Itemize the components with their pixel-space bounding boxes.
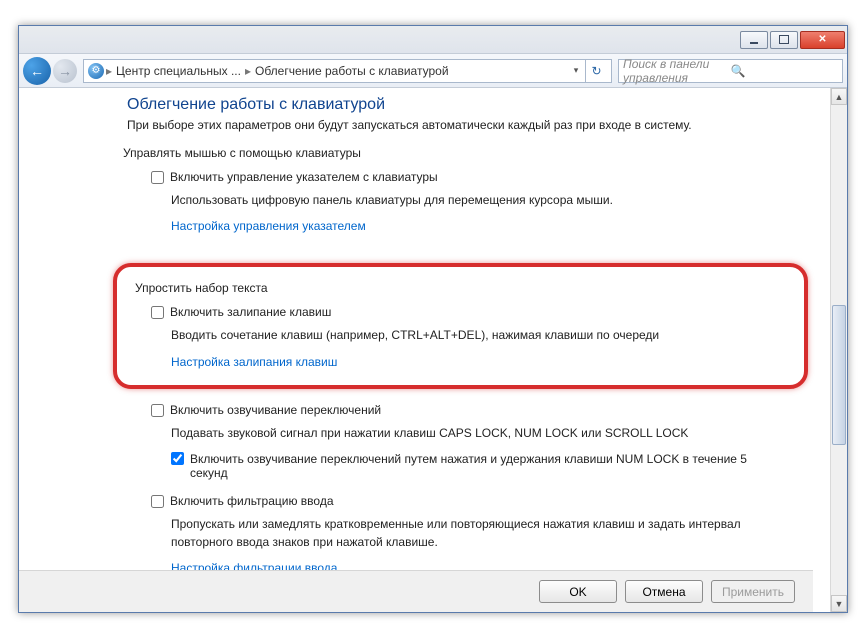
minimize-button[interactable] — [740, 31, 768, 49]
content-area: Облегчение работы с клавиатурой При выбо… — [19, 88, 830, 612]
scroll-thumb[interactable] — [832, 305, 846, 445]
mouse-keys-group: Управлять мышью с помощью клавиатуры Вкл… — [127, 146, 808, 253]
highlighted-section: Упростить набор текста Включить залипани… — [113, 263, 808, 388]
vertical-scrollbar[interactable]: ▲ ▼ — [830, 88, 847, 612]
forward-button[interactable]: → — [53, 59, 77, 83]
sticky-keys-label: Включить залипание клавиш — [170, 305, 331, 319]
search-placeholder: Поиск в панели управления — [623, 57, 731, 85]
maximize-button[interactable] — [770, 31, 798, 49]
filter-keys-label: Включить фильтрацию ввода — [170, 494, 334, 508]
navbar: ← → ⚙ ▸ Центр специальных ... ▸ Облегчен… — [19, 54, 847, 88]
page-subtitle: При выборе этих параметров они будут зап… — [127, 118, 808, 132]
mouse-keys-desc: Использовать цифровую панель клавиатуры … — [171, 192, 808, 209]
scroll-up-button[interactable]: ▲ — [831, 88, 847, 105]
toggle-keys-desc: Подавать звуковой сигнал при нажатии кла… — [171, 425, 808, 442]
crumb-ease-center[interactable]: Центр специальных ... — [112, 64, 245, 78]
page-title: Облегчение работы с клавиатурой — [127, 96, 808, 114]
group-title-text: Упростить набор текста — [135, 281, 794, 295]
search-input[interactable]: Поиск в панели управления 🔍 — [618, 59, 843, 83]
apply-button[interactable]: Применить — [711, 580, 795, 603]
ok-button[interactable]: OK — [539, 580, 617, 603]
toggle-keys-label: Включить озвучивание переключений — [170, 403, 381, 417]
toggle-keys-hold-label: Включить озвучивание переключений путем … — [190, 452, 750, 480]
toggle-keys-checkbox-row[interactable]: Включить озвучивание переключений — [151, 403, 808, 417]
control-panel-window: ← → ⚙ ▸ Центр специальных ... ▸ Облегчен… — [18, 25, 848, 613]
toggle-keys-hold-checkbox[interactable] — [171, 452, 184, 465]
sticky-keys-desc: Вводить сочетание клавиш (например, CTRL… — [171, 327, 794, 344]
sticky-keys-checkbox[interactable] — [151, 306, 164, 319]
control-panel-icon: ⚙ — [88, 63, 104, 79]
mouse-keys-label: Включить управление указателем с клавиат… — [170, 170, 438, 184]
sticky-keys-settings-link[interactable]: Настройка залипания клавиш — [171, 355, 794, 369]
refresh-button[interactable]: ↻ — [585, 60, 607, 82]
back-button[interactable]: ← — [23, 57, 51, 85]
scroll-down-button[interactable]: ▼ — [831, 595, 847, 612]
search-icon: 🔍 — [731, 64, 839, 78]
filter-keys-checkbox[interactable] — [151, 495, 164, 508]
toggle-keys-checkbox[interactable] — [151, 404, 164, 417]
filter-keys-checkbox-row[interactable]: Включить фильтрацию ввода — [151, 494, 808, 508]
mouse-keys-checkbox-row[interactable]: Включить управление указателем с клавиат… — [151, 170, 808, 184]
sticky-keys-checkbox-row[interactable]: Включить залипание клавиш — [151, 305, 794, 319]
titlebar — [19, 26, 847, 54]
scroll-track[interactable] — [831, 105, 847, 595]
breadcrumb[interactable]: ⚙ ▸ Центр специальных ... ▸ Облегчение р… — [83, 59, 612, 83]
group-title-mouse: Управлять мышью с помощью клавиатуры — [123, 146, 808, 160]
toggle-keys-hold-checkbox-row[interactable]: Включить озвучивание переключений путем … — [171, 452, 808, 480]
mouse-keys-settings-link[interactable]: Настройка управления указателем — [171, 219, 808, 233]
cancel-button[interactable]: Отмена — [625, 580, 703, 603]
crumb-keyboard[interactable]: Облегчение работы с клавиатурой — [251, 64, 453, 78]
mouse-keys-checkbox[interactable] — [151, 171, 164, 184]
filter-keys-desc: Пропускать или замедлять кратковременные… — [171, 516, 751, 551]
dropdown-icon[interactable]: ▾ — [567, 65, 585, 76]
close-button[interactable] — [800, 31, 845, 49]
button-bar: OK Отмена Применить — [19, 570, 813, 612]
